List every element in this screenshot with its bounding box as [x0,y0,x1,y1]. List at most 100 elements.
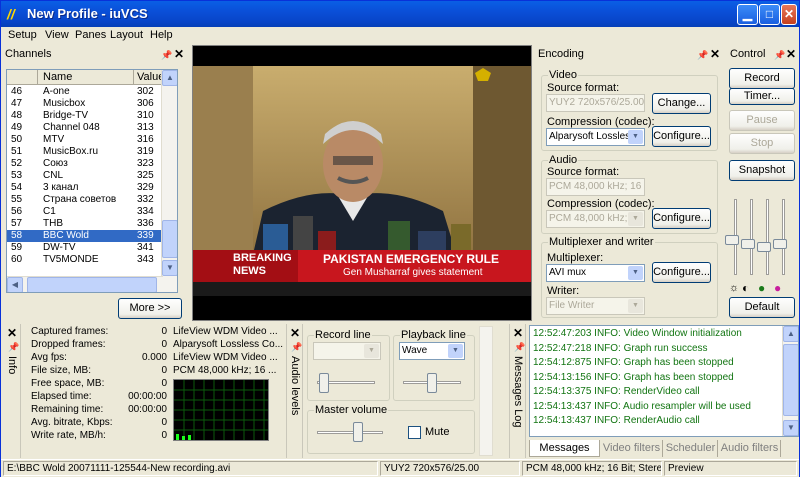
channel-row[interactable]: 55 Страна советов 332 [7,194,163,206]
channel-value: 319 [137,146,154,157]
title-bar[interactable]: // New Profile - iuVCS ▁ □ ✕ [1,1,799,27]
hue-slider[interactable] [757,241,771,252]
close-pane-icon[interactable]: ✕ [174,46,184,62]
channel-name: Bridge-TV [43,110,89,121]
menu-setup[interactable]: Setup [8,29,37,41]
messages-log-tab: ✕ 📌 Messages Log [509,324,526,458]
tab-video-filters[interactable]: Video filters [601,440,663,457]
timer-button[interactable]: Timer... [729,88,795,105]
channels-hscrollbar[interactable]: ◀ [7,276,163,292]
info-value: 0 [161,339,167,350]
contrast-slider[interactable] [741,238,755,249]
change-format-button[interactable]: Change... [652,93,711,114]
mute-label: Mute [425,426,450,438]
menu-view[interactable]: View [45,29,69,41]
scroll-up-icon[interactable]: ▲ [162,70,177,86]
snapshot-button[interactable]: Snapshot [729,160,795,181]
brightness-slider[interactable] [725,235,739,246]
tab-scheduler[interactable]: Scheduler [664,440,718,457]
menu-panes[interactable]: Panes [75,29,106,41]
record-line-title: Record line [314,329,372,341]
channel-row[interactable]: 53 CNL 325 [7,170,163,182]
channel-row[interactable]: 56 C1 334 [7,206,163,218]
channel-row[interactable]: 57 THB 336 [7,218,163,230]
channel-row[interactable]: 48 Bridge-TV 310 [7,110,163,122]
saturation-track[interactable] [782,199,785,275]
default-button[interactable]: Default [729,297,795,318]
pin-icon[interactable]: 📌 [774,47,785,63]
pin-icon[interactable]: 📌 [697,47,708,63]
column-name[interactable]: Name [43,71,72,83]
audio-scrollbar[interactable] [479,326,493,456]
pin-icon[interactable]: 📌 [8,342,19,353]
channel-number: 51 [11,146,23,157]
channel-row[interactable]: 60 TV5MONDE 343 [7,254,163,266]
video-codec-select[interactable]: Alparysoft Lossless ▼ [546,128,645,146]
video-configure-button[interactable]: Configure... [652,126,711,147]
log-scrollbar[interactable]: ▲ ▼ [782,326,798,436]
close-pane-icon[interactable]: ✕ [7,326,17,340]
channel-number: 56 [11,206,23,217]
channel-row[interactable]: 58 BBC Wold 339 [7,230,163,242]
channels-list[interactable]: Name Value 46 A-one 302 47 Musicbox 306 48 Brid… [6,69,178,293]
info-tab: ✕ 📌 Info [4,324,21,458]
channels-scrollbar[interactable]: ▲ ▼ [161,70,177,292]
tab-audio-filters[interactable]: Audio filters [719,440,781,457]
scroll-up-icon[interactable]: ▲ [783,326,798,342]
chevron-down-icon[interactable]: ▼ [628,266,643,280]
channel-row[interactable]: 47 Musicbox 306 [7,98,163,110]
close-pane-icon[interactable]: ✕ [710,46,720,62]
messages-log[interactable]: 12:52:47:203 INFO: Video Window initiali… [529,325,799,437]
close-pane-icon[interactable]: ✕ [513,326,523,340]
playback-line-select[interactable]: Wave ▼ [399,342,465,360]
record-button[interactable]: Record [729,68,795,89]
menu-help[interactable]: Help [150,29,173,41]
contrast-track[interactable] [750,199,753,275]
multiplexer-select[interactable]: AVI mux ▼ [546,264,645,282]
mute-checkbox[interactable] [408,426,421,439]
scroll-thumb[interactable] [783,344,798,416]
close-pane-icon[interactable]: ✕ [290,326,300,340]
chevron-down-icon[interactable]: ▼ [628,130,643,144]
channel-row[interactable]: 50 MTV 316 [7,134,163,146]
mux-configure-button[interactable]: Configure... [652,262,711,283]
master-volume-slider[interactable] [353,422,363,442]
playback-level-slider[interactable] [427,373,437,393]
channel-name: DW-TV [43,242,76,253]
scroll-down-icon[interactable]: ▼ [162,260,177,276]
record-level-slider[interactable] [319,373,329,393]
chevron-down-icon[interactable]: ▼ [448,344,463,358]
hue-track[interactable] [766,199,769,275]
channel-row[interactable]: 52 Союз 323 [7,158,163,170]
hscroll-thumb[interactable] [27,277,157,292]
channel-row[interactable]: 46 A-one 302 [7,86,163,98]
saturation-slider[interactable] [773,238,787,249]
channel-row[interactable]: 49 Channel 048 313 [7,122,163,134]
tab-messages-log[interactable]: Messages Log [529,440,600,470]
channel-row[interactable]: 59 DW-TV 341 [7,242,163,254]
audio-source-format-label: Source format: [547,166,620,178]
scroll-thumb[interactable] [162,220,177,258]
close-button[interactable]: ✕ [781,4,797,25]
scroll-left-icon[interactable]: ◀ [7,277,23,292]
video-preview[interactable]: BREAKING NEWS PAKISTAN EMERGENCY RULE Ge… [192,45,532,321]
channel-row[interactable]: 54 3 канал 329 [7,182,163,194]
chevron-down-icon: ▼ [364,344,379,358]
info-detail: LifeView WDM Video ... [173,352,278,363]
channel-number: 58 [11,230,23,241]
channel-number: 55 [11,194,23,205]
scroll-down-icon[interactable]: ▼ [783,420,798,436]
menu-layout[interactable]: Layout [110,29,143,41]
pin-icon[interactable]: 📌 [514,342,525,353]
pin-icon[interactable]: 📌 [291,342,302,353]
more-button[interactable]: More >> [118,298,182,319]
info-value: 0 [161,378,167,389]
maximize-button[interactable]: □ [759,4,780,25]
audio-configure-button[interactable]: Configure... [652,208,711,229]
minimize-button[interactable]: ▁ [737,4,758,25]
channel-row[interactable]: 51 MusicBox.ru 319 [7,146,163,158]
channel-value: 341 [137,242,154,253]
master-volume-track[interactable] [317,431,383,434]
close-pane-icon[interactable]: ✕ [786,46,796,62]
pin-icon[interactable]: 📌 [161,47,172,63]
